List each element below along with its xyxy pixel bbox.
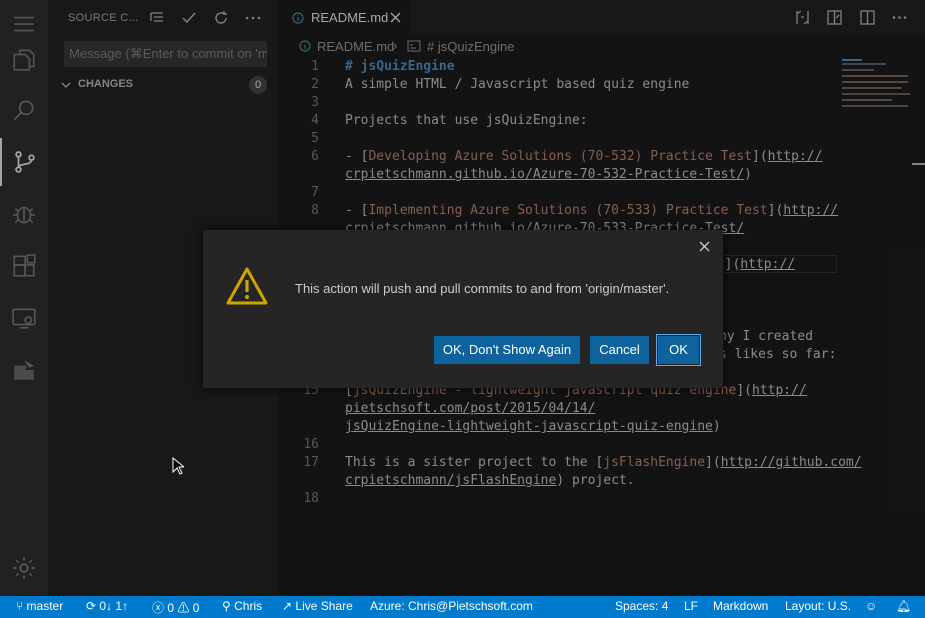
live-share-button[interactable]: ↗ Live Share [282, 599, 353, 613]
problems-indicator[interactable]: ⓧ 0 ⚠ 0 [152, 599, 199, 616]
ok-dont-show-again-button[interactable]: OK, Don't Show Again [434, 336, 580, 364]
sync-indicator[interactable]: ⟳ 0↓ 1↑ [86, 599, 128, 613]
language-mode[interactable]: Markdown [713, 599, 768, 613]
warning-count: 0 [192, 601, 200, 615]
branch-name: master [26, 599, 64, 613]
live-share-label: Live Share [295, 599, 353, 613]
keyboard-layout[interactable]: Layout: U.S. [785, 599, 851, 613]
branch-indicator[interactable]: ⑂ master [16, 599, 63, 613]
sync-icon: ⟳ [86, 599, 100, 613]
warning-icon: ⚠ [174, 601, 193, 615]
azure-account[interactable]: Azure: Chris@Pietschsoft.com [370, 599, 533, 613]
branch-icon: ⑂ [16, 599, 27, 613]
sync-status: 0↓ 1↑ [99, 599, 129, 613]
user-icon: ⚲ [222, 599, 235, 613]
user-name: Chris [234, 599, 263, 613]
indentation-indicator[interactable]: Spaces: 4 [615, 599, 668, 613]
mouse-pointer-icon [172, 457, 184, 475]
notifications-bell-icon[interactable]: 🔔︎ [896, 599, 911, 613]
live-share-icon: ↗ [282, 599, 296, 613]
cancel-button[interactable]: Cancel [590, 336, 649, 364]
ok-button[interactable]: OK [656, 334, 701, 366]
push-pull-confirm-dialog: This action will push and pull commits t… [203, 230, 723, 388]
eol-indicator[interactable]: LF [684, 599, 698, 613]
feedback-smiley-icon[interactable]: ☺ [865, 599, 877, 613]
status-bar: ⑂ master ⟳ 0↓ 1↑ ⓧ 0 ⚠ 0 ⚲ Chris ↗ Live … [0, 596, 925, 618]
dialog-message: This action will push and pull commits t… [295, 281, 670, 296]
error-icon: ⓧ [152, 601, 168, 615]
warning-icon [226, 267, 268, 305]
close-icon[interactable] [699, 241, 710, 252]
user-indicator[interactable]: ⚲ Chris [222, 599, 262, 613]
